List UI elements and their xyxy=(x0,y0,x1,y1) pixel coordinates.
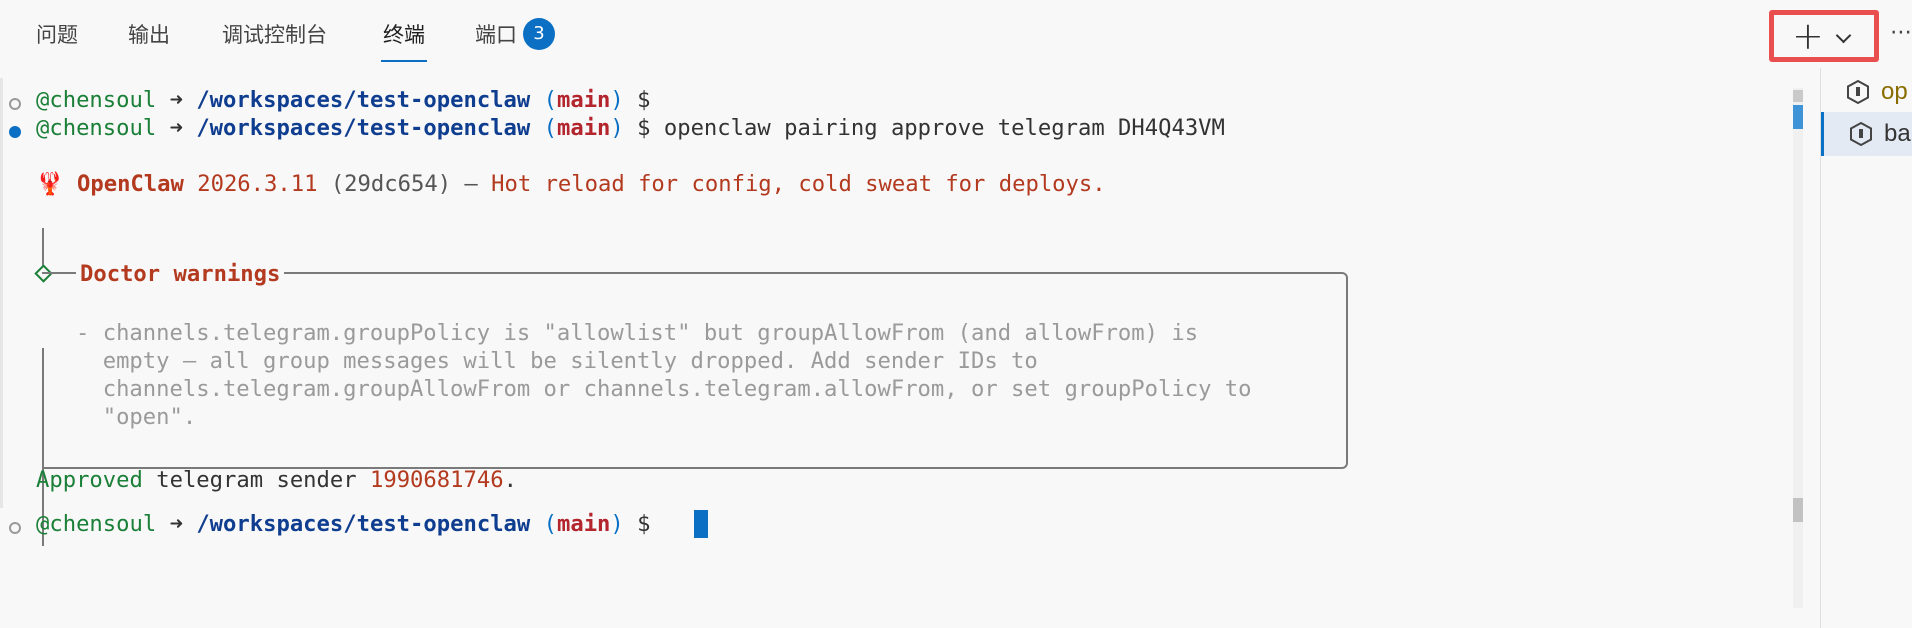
scrollbar-marker xyxy=(1793,90,1803,102)
prompt-line: @chensoul ➜ /workspaces/test-openclaw (m… xyxy=(36,86,651,114)
tab-output[interactable]: 输出 xyxy=(128,20,170,50)
terminal-list-item[interactable]: ba xyxy=(1821,112,1912,156)
channel-name: telegram xyxy=(156,467,264,493)
command-text: openclaw pairing approve telegram DH4Q43… xyxy=(663,115,1225,141)
terminal-output[interactable]: @chensoul ➜ /workspaces/test-openclaw (m… xyxy=(0,68,1790,628)
more-actions-button[interactable]: ⋯ xyxy=(1890,20,1912,45)
tab-terminal[interactable]: 终端 xyxy=(381,20,427,62)
sender-word: sender xyxy=(276,467,357,493)
command-decoration-icon[interactable] xyxy=(9,126,21,138)
plus-icon[interactable]: + xyxy=(1792,13,1824,59)
warning-line: - channels.telegram.groupPolicy is "allo… xyxy=(76,320,1199,346)
terminal-scrollbar[interactable] xyxy=(1793,88,1803,608)
command-decoration-icon[interactable] xyxy=(9,522,21,534)
prompt-path: /workspaces/test-openclaw xyxy=(196,115,531,141)
command-decoration-icon[interactable] xyxy=(9,98,21,110)
command-line: @chensoul ➜ /workspaces/test-openclaw (m… xyxy=(36,114,1225,142)
tab-ports[interactable]: 端口 3 xyxy=(475,18,555,52)
ports-count-badge: 3 xyxy=(523,18,555,50)
banner-hash: (29dc654) xyxy=(330,171,452,197)
tab-label: 终端 xyxy=(383,23,425,47)
tab-label: 端口 xyxy=(475,23,517,47)
warning-line: empty — all group messages will be silen… xyxy=(76,348,1038,374)
chevron-down-icon[interactable] xyxy=(1835,27,1852,44)
approved-word: Approved xyxy=(36,467,143,493)
terminal-list-label: op xyxy=(1881,78,1908,105)
prompt-arrow: ➜ xyxy=(169,511,183,537)
prompt-symbol: $ xyxy=(637,115,651,141)
tree-connector xyxy=(42,228,44,268)
banner-tagline: Hot reload for config, cold sweat for de… xyxy=(491,171,1106,197)
tab-label: 问题 xyxy=(36,23,78,47)
warning-line: channels.telegram.groupAllowFrom or chan… xyxy=(76,376,1252,402)
prompt-path: /workspaces/test-openclaw xyxy=(196,87,531,113)
prompt-paren-open: ( xyxy=(543,87,557,113)
prompt-path: /workspaces/test-openclaw xyxy=(196,511,531,537)
period: . xyxy=(503,467,517,493)
banner-version: 2026.3.11 xyxy=(197,171,318,197)
tab-debug-console[interactable]: 调试控制台 xyxy=(222,20,327,50)
scrollbar-thumb[interactable] xyxy=(1793,498,1803,522)
terminal-cursor xyxy=(694,510,708,538)
prompt-arrow: ➜ xyxy=(169,115,183,141)
terminal-list-label: ba xyxy=(1884,120,1911,147)
terminal-gutter xyxy=(0,78,3,508)
tab-label: 输出 xyxy=(128,23,170,47)
prompt-user: @chensoul xyxy=(36,87,157,113)
prompt-paren-close: ) xyxy=(610,115,624,141)
prompt-branch: main xyxy=(556,511,611,537)
panel-tab-bar: 问题 输出 调试控制台 终端 端口 3 + ⋯ xyxy=(0,0,1912,68)
prompt-user: @chensoul xyxy=(36,115,157,141)
sender-id: 1990681746 xyxy=(369,467,504,493)
prompt-branch: main xyxy=(556,115,611,141)
prompt-symbol: $ xyxy=(637,511,651,537)
prompt-paren-close: ) xyxy=(610,87,624,113)
prompt-paren-open: ( xyxy=(543,115,557,141)
banner-dash: — xyxy=(464,171,478,197)
new-terminal-button[interactable]: + xyxy=(1769,10,1879,62)
banner-name: OpenClaw xyxy=(77,171,184,197)
prompt-user: @chensoul xyxy=(36,511,157,537)
approved-line: Approved telegram sender 1990681746. xyxy=(36,466,517,494)
prompt-line: @chensoul ➜ /workspaces/test-openclaw (m… xyxy=(36,510,651,538)
prompt-paren-open: ( xyxy=(543,511,557,537)
terminal-list-item[interactable]: op xyxy=(1821,70,1912,114)
scrollbar-marker xyxy=(1793,105,1803,129)
warnings-title: Doctor warnings xyxy=(76,260,285,288)
openclaw-banner: 🦞 OpenClaw 2026.3.11 (29dc654) — Hot rel… xyxy=(36,170,1106,198)
prompt-paren-close: ) xyxy=(610,511,624,537)
warning-line: "open". xyxy=(76,404,197,430)
lobster-icon: 🦞 xyxy=(36,171,64,197)
prompt-branch: main xyxy=(556,87,611,113)
prompt-arrow: ➜ xyxy=(169,87,183,113)
terminal-icon xyxy=(1847,79,1869,105)
tab-label: 调试控制台 xyxy=(222,23,327,47)
prompt-symbol: $ xyxy=(637,87,651,113)
terminal-icon xyxy=(1850,121,1872,147)
tab-problems[interactable]: 问题 xyxy=(36,20,78,50)
